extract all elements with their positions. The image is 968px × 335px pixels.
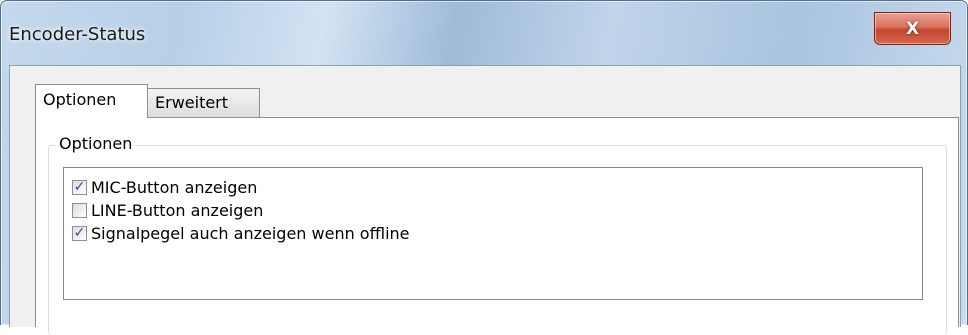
title-bar[interactable]: Encoder-Status X: [1, 1, 967, 65]
mic-button-label: MIC-Button anzeigen: [91, 177, 258, 197]
list-item-mic-button[interactable]: ✓ MIC-Button anzeigen: [72, 176, 257, 198]
tab-erweitert-label: Erweitert: [155, 93, 229, 112]
groupbox-legend: Optionen: [56, 134, 136, 153]
line-button-checkbox[interactable]: [72, 202, 87, 218]
list-item-signal-offline[interactable]: ✓ Signalpegel auch anzeigen wenn offline: [72, 222, 410, 244]
close-icon: X: [905, 18, 920, 39]
signal-offline-checkbox[interactable]: ✓: [72, 225, 87, 241]
list-item-line-button[interactable]: LINE-Button anzeigen: [72, 199, 263, 221]
close-button[interactable]: X: [874, 12, 951, 45]
mic-button-checkbox[interactable]: ✓: [72, 179, 87, 195]
signal-offline-label: Signalpegel auch anzeigen wenn offline: [91, 223, 410, 243]
dialog-window: Encoder-Status X Optionen Erweitert Opti…: [0, 0, 968, 335]
tab-panel: Optionen ✓ MIC-Button anzeigen LINE-Butt…: [35, 117, 959, 335]
tab-erweitert[interactable]: Erweitert: [147, 88, 260, 118]
tab-optionen-label: Optionen: [43, 90, 117, 109]
dialog-client-area: Optionen Erweitert Optionen ✓ MIC-Button…: [9, 65, 961, 335]
tab-optionen[interactable]: Optionen: [35, 84, 148, 118]
line-button-label: LINE-Button anzeigen: [91, 200, 264, 220]
options-checklist[interactable]: ✓ MIC-Button anzeigen LINE-Button anzeig…: [63, 167, 923, 300]
window-title: Encoder-Status: [9, 24, 146, 45]
